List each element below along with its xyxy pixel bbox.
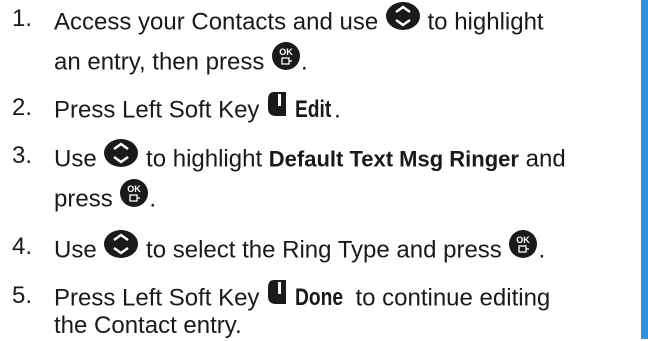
menu-option-label: Default Text Msg Ringer xyxy=(268,146,519,172)
ok-key-icon: OK xyxy=(271,41,301,79)
step-number: 5. xyxy=(12,282,33,309)
svg-text:OK: OK xyxy=(128,184,142,194)
step-number: 4. xyxy=(12,233,33,260)
ok-key-icon: OK xyxy=(508,229,538,267)
step-text: to continue editing xyxy=(355,284,551,312)
step-number: 1. xyxy=(12,5,33,32)
nav-key-icon xyxy=(103,229,139,267)
step-text: Access your Contacts and use xyxy=(54,8,379,36)
step-number: 2. xyxy=(12,94,33,121)
page-edge-bar xyxy=(641,0,648,339)
softkey-label: Done xyxy=(294,284,343,312)
step-text: Press Left Soft Key xyxy=(54,284,260,312)
left-soft-key-icon xyxy=(266,90,288,126)
ok-key-icon: OK xyxy=(119,178,149,216)
step-text: the Contact entry. xyxy=(54,312,242,339)
nav-key-icon xyxy=(385,1,421,39)
step-text: an entry, then press xyxy=(54,48,265,76)
step-text: Use xyxy=(54,236,97,264)
step-text: and xyxy=(525,145,566,173)
step-text: to highlight xyxy=(146,145,263,173)
left-soft-key-icon xyxy=(266,278,288,314)
step-text: to select the Ring Type and press xyxy=(146,236,502,264)
softkey-label: Edit xyxy=(294,96,332,124)
svg-text:OK: OK xyxy=(517,235,531,245)
step-text: . xyxy=(334,96,341,124)
step-text: press xyxy=(54,185,113,213)
step-text: Press Left Soft Key xyxy=(54,96,260,124)
svg-text:OK: OK xyxy=(279,47,293,57)
step-text: . xyxy=(538,236,546,264)
step-text: Use xyxy=(54,145,97,173)
nav-key-icon xyxy=(103,138,139,176)
step-text: . xyxy=(301,48,308,76)
step-text: to highlight xyxy=(427,8,544,36)
step-number: 3. xyxy=(12,142,33,169)
step-text: . xyxy=(149,185,157,213)
